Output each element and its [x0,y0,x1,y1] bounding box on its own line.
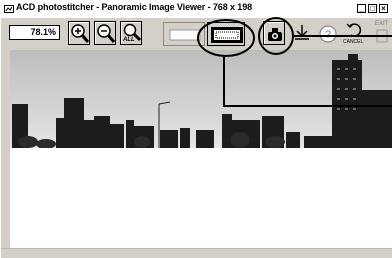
zoom-in-icon [71,24,90,43]
cancel-button[interactable]: CANCEL [343,20,367,48]
help-icon: ? [319,25,337,43]
camera-icon [268,28,282,41]
minimize-button[interactable]: _ [357,4,366,13]
zoom-level-field[interactable]: 78.1% [9,25,60,40]
panorama-view-icon [211,27,243,43]
exit-button[interactable]: EXIT [371,20,392,48]
title-bar: ACD photostitcher - Panoramic Image View… [1,0,392,18]
zoom-all-label: ALL [123,37,135,43]
left-border [1,50,10,248]
zoom-out-button[interactable] [94,21,116,45]
cancel-label: CANCEL [343,39,364,45]
app-window: ACD photostitcher - Panoramic Image View… [0,0,392,258]
zoom-in-button[interactable] [68,21,90,45]
undo-icon [346,23,362,37]
zoom-all-button[interactable]: ALL [120,21,142,45]
view-mode-button[interactable] [163,22,205,46]
exit-label: EXIT [375,21,389,27]
view-mode-icon [169,29,201,41]
panorama-view-button[interactable] [207,22,245,46]
maximize-button[interactable]: □ [368,4,377,13]
toolbar: 78.1% ALL ? CANCEL EXIT [1,18,392,50]
camera-button[interactable] [263,21,285,45]
zoom-out-icon [97,24,116,43]
close-button[interactable]: × [379,4,388,13]
svg-text:?: ? [325,29,331,41]
window-title: ACD photostitcher - Panoramic Image View… [16,2,253,12]
status-bar [1,248,392,258]
help-button[interactable]: ? [317,22,339,46]
city-skyline-image [10,50,392,148]
image-canvas-empty [10,148,392,248]
panorama-image[interactable] [10,50,392,148]
download-icon [295,25,309,40]
app-icon [4,5,14,13]
save-button[interactable] [291,22,313,46]
